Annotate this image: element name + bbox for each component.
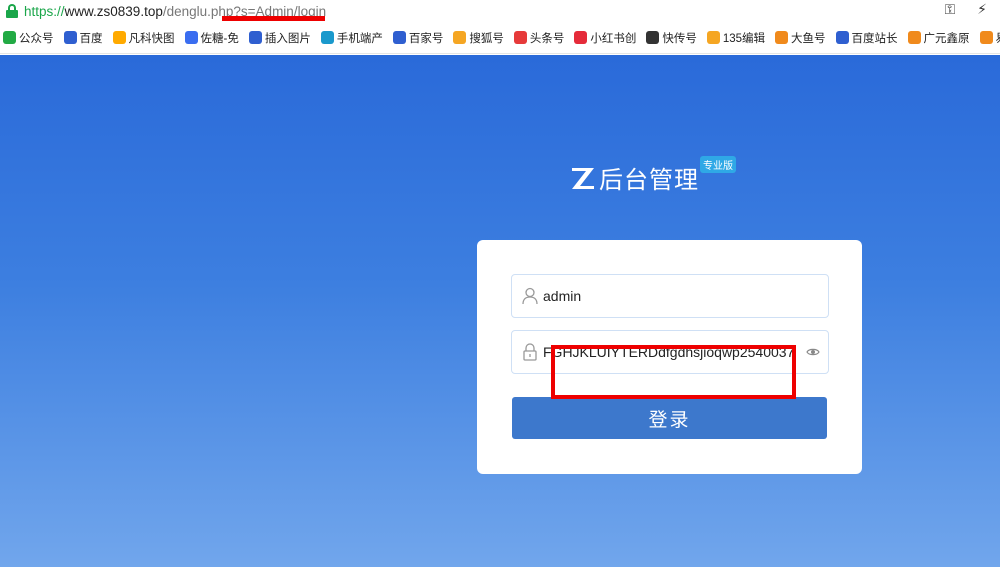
xiaohongshu-icon — [574, 31, 588, 44]
bookmark-label: 插入图片 — [264, 32, 311, 45]
bookmark-item[interactable]: 凡科快图 — [112, 30, 175, 46]
bookmark-label: 搜狐号 — [469, 32, 504, 45]
password-input[interactable] — [543, 344, 793, 360]
bookmark-item[interactable]: 易优 — [979, 30, 1000, 46]
bookmark-item[interactable]: 135编辑 — [706, 30, 766, 46]
baidu-paw-icon — [63, 31, 77, 44]
login-background: 后台管理 专业版 登录 — [0, 55, 1000, 567]
wechat-icon — [3, 31, 16, 44]
bookmark-item[interactable]: 广元鑫原 — [907, 30, 970, 46]
bookmark-label: 百度 — [79, 32, 103, 45]
bookmark-item[interactable]: 公众号 — [3, 30, 54, 46]
phone-icon — [320, 31, 334, 44]
logo-title: 后台管理 — [599, 167, 699, 194]
lock-icon — [522, 343, 538, 361]
bookmark-item[interactable]: 头条号 — [513, 30, 565, 46]
username-input[interactable] — [543, 288, 793, 304]
annotation-underline — [222, 16, 325, 21]
bookmark-label: 凡科快图 — [128, 32, 175, 45]
password-field[interactable] — [511, 330, 829, 374]
bookmark-label: 百度站长 — [851, 32, 898, 45]
address-bar[interactable]: https://www.zs0839.top/denglu.php?s=Admi… — [0, 0, 1000, 22]
login-card: 登录 — [477, 240, 862, 474]
toutiao-icon — [513, 31, 527, 44]
baidu-paw-icon — [835, 31, 849, 44]
bookmark-item[interactable]: 手机端产 — [320, 30, 383, 46]
bookmark-label: 快传号 — [662, 32, 697, 45]
sohu-icon — [453, 31, 467, 44]
pro-badge: 专业版 — [700, 156, 736, 173]
bookmark-label: 百家号 — [408, 32, 444, 45]
baidu-paw-icon — [248, 31, 262, 44]
logo: 后台管理 专业版 — [570, 156, 736, 195]
bookmark-label: 手机端产 — [336, 32, 383, 45]
bookmark-label: 佐糖-免 — [200, 32, 239, 45]
bookmark-label: 头条号 — [529, 32, 565, 45]
bookmark-item[interactable]: 百度站长 — [835, 30, 898, 46]
editor-135-icon — [706, 31, 720, 44]
bookmark-label: 大鱼号 — [791, 32, 826, 45]
fanke-icon — [112, 31, 126, 44]
baidu-paw-icon — [392, 31, 406, 44]
bookmark-label: 广元鑫原 — [923, 32, 970, 45]
bookmark-label: 135编辑 — [722, 32, 766, 45]
zuotang-icon — [184, 31, 198, 44]
username-field[interactable] — [511, 274, 829, 318]
bookmark-item[interactable]: 佐糖-免 — [184, 30, 239, 46]
key-icon[interactable]: ⚿ — [942, 2, 958, 18]
eye-icon[interactable] — [806, 345, 820, 359]
user-icon — [522, 287, 538, 305]
bookmark-item[interactable]: 百家号 — [392, 30, 444, 46]
bookmark-item[interactable]: 搜狐号 — [453, 30, 504, 46]
login-button[interactable]: 登录 — [512, 397, 827, 439]
lock-icon — [6, 4, 18, 18]
bookmark-item[interactable]: 插入图片 — [248, 30, 311, 46]
kuaichuan-icon — [646, 31, 660, 44]
bookmark-item[interactable]: 快传号 — [646, 30, 697, 46]
bookmark-item[interactable]: 小红书创 — [574, 30, 636, 46]
bookmark-label: 易优 — [996, 30, 1000, 46]
lightning-icon[interactable]: ⚡ — [974, 2, 990, 18]
dayu-icon — [775, 31, 789, 44]
bookmark-label: 公众号 — [19, 32, 54, 45]
e-icon — [907, 31, 921, 44]
bookmark-item[interactable]: 百度 — [63, 30, 103, 46]
bookmark-label: 小红书创 — [590, 32, 637, 45]
bookmarks-bar: 公众号 百度 凡科快图 佐糖-免 插入图片 手机端产 百家号 搜狐号 头条号 小红书创 快传号 135… — [0, 22, 1000, 54]
bookmark-item[interactable]: 大鱼号 — [775, 30, 826, 46]
yiyou-icon — [979, 31, 993, 44]
z-logo-icon — [570, 165, 596, 191]
